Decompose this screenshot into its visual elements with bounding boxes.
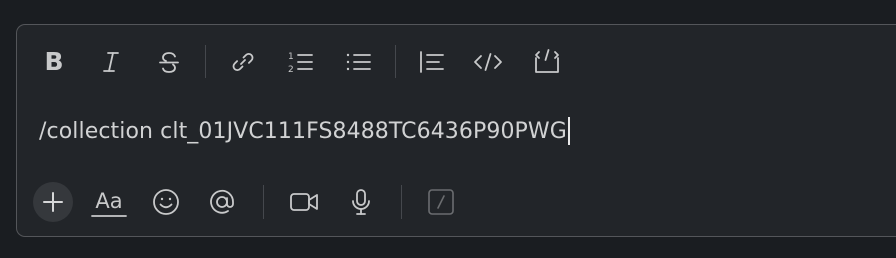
svg-text:2: 2: [288, 65, 294, 75]
composer-actions-bar: Aa: [17, 175, 896, 231]
audio-clip-button[interactable]: [341, 182, 381, 222]
bulleted-list-icon: [346, 53, 371, 71]
svg-text:B: B: [44, 49, 63, 75]
toolbar-divider: [205, 45, 206, 78]
toolbar-divider: [395, 45, 396, 78]
video-clip-button[interactable]: [284, 182, 324, 222]
italic-icon: [103, 52, 119, 72]
message-input[interactable]: /collection clt_01JVC111FS8488TC6436P90P…: [39, 117, 570, 145]
plus-icon: [43, 192, 63, 212]
ordered-list-icon: 1 2: [288, 52, 313, 75]
code-icon: [474, 53, 502, 71]
strikethrough-icon: [159, 52, 179, 73]
svg-text:Aa: Aa: [95, 189, 122, 213]
code-button[interactable]: [471, 45, 505, 79]
bulleted-list-button[interactable]: [341, 45, 375, 79]
actions-divider: [401, 185, 402, 219]
slash-command-button[interactable]: [421, 182, 461, 222]
message-text: /collection clt_01JVC111FS8488TC6436P90P…: [39, 118, 567, 144]
bold-icon: B: [44, 49, 63, 75]
message-composer: B 1 2 /collection clt_01JVC111FS8488TC64…: [16, 24, 896, 237]
svg-text:1: 1: [288, 52, 294, 62]
formatting-toggle-button[interactable]: Aa: [89, 182, 129, 222]
formatting-toolbar: B 1 2: [17, 25, 896, 97]
link-icon: [232, 52, 254, 72]
at-icon: [210, 189, 234, 214]
smiley-icon: [153, 189, 179, 215]
code-block-icon: [535, 49, 559, 73]
italic-button[interactable]: [94, 45, 128, 79]
strikethrough-button[interactable]: [152, 45, 186, 79]
text-cursor: [567, 117, 570, 145]
blockquote-icon: [420, 51, 444, 73]
ordered-list-button[interactable]: 1 2: [283, 45, 317, 79]
video-camera-icon: [290, 193, 318, 211]
actions-divider: [263, 185, 264, 219]
bold-button[interactable]: B: [37, 45, 71, 79]
mention-button[interactable]: [202, 182, 242, 222]
text-format-icon: Aa: [91, 189, 127, 217]
blockquote-button[interactable]: [414, 45, 448, 79]
code-block-button[interactable]: [530, 45, 564, 79]
link-button[interactable]: [226, 45, 260, 79]
microphone-icon: [352, 189, 370, 215]
slash-icon: [428, 189, 454, 215]
attach-button[interactable]: [33, 182, 73, 222]
emoji-button[interactable]: [146, 182, 186, 222]
